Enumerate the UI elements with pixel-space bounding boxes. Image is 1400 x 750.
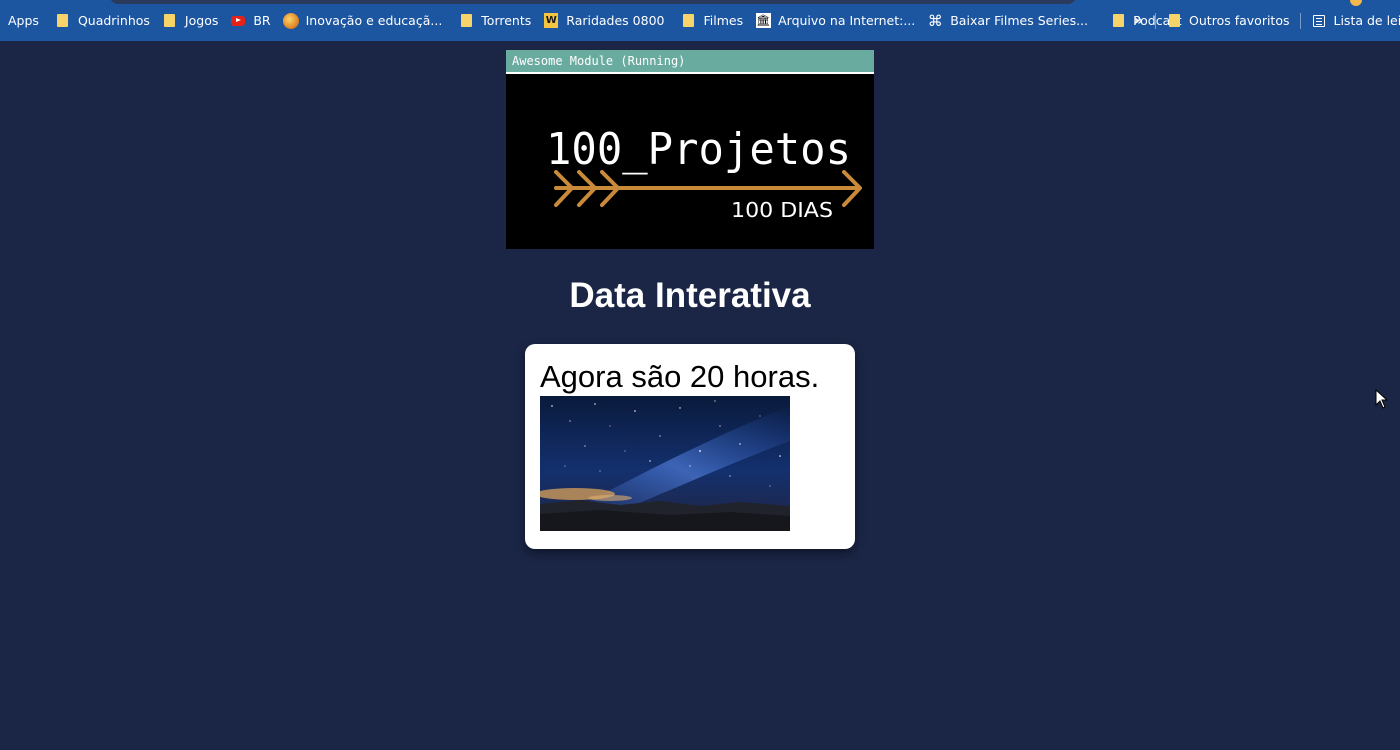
bookmarks-divider bbox=[1155, 12, 1157, 29]
bookmark-label: Outros favoritos bbox=[1189, 13, 1290, 28]
site-favicon-icon: W bbox=[544, 13, 559, 28]
bookmark-label: Inovação e educaçã... bbox=[305, 13, 443, 28]
bookmark-label: BR bbox=[253, 13, 271, 28]
bookmark-filmes[interactable]: Filmes bbox=[674, 7, 749, 35]
archive-icon: 🏛 bbox=[755, 13, 771, 28]
folder-icon bbox=[1110, 13, 1126, 29]
folder-icon bbox=[55, 13, 71, 29]
bookmark-label: Apps bbox=[8, 13, 39, 28]
bookmarks-right-group: » Outros favoritos Lista de leitura bbox=[1126, 0, 1400, 41]
time-message: Agora são 20 horas. bbox=[540, 359, 820, 394]
youtube-icon bbox=[230, 13, 246, 29]
bookmark-apps[interactable]: Apps bbox=[8, 7, 45, 35]
bookmarks-divider bbox=[1299, 12, 1301, 29]
bookmark-quadrinhos[interactable]: Quadrinhos bbox=[49, 7, 156, 35]
bookmark-outros-favoritos[interactable]: Outros favoritos bbox=[1160, 7, 1295, 35]
bookmark-torrents[interactable]: Torrents bbox=[452, 7, 537, 35]
module-window: Awesome Module (Running) 100_Projetos 10… bbox=[506, 50, 874, 249]
mouse-cursor-icon bbox=[1375, 389, 1389, 409]
command-icon: ⌘ bbox=[927, 11, 943, 30]
address-bar-edge[interactable] bbox=[110, 0, 1076, 4]
bookmark-label: Filmes bbox=[703, 13, 744, 28]
folder-icon bbox=[680, 13, 696, 29]
logo-subtext: 100 DIAS bbox=[731, 198, 833, 222]
reading-list-label: Lista de leitura bbox=[1333, 13, 1400, 28]
folder-icon bbox=[458, 13, 474, 29]
page-title: Data Interativa bbox=[569, 276, 811, 315]
site-favicon-icon bbox=[282, 12, 299, 29]
reading-list-icon bbox=[1311, 13, 1327, 29]
bookmark-label: Raridades 0800 bbox=[566, 13, 665, 28]
bookmark-label: Jogos bbox=[184, 13, 219, 28]
bookmark-raridades[interactable]: W Raridades 0800 bbox=[537, 7, 670, 35]
bookmark-label: Baixar Filmes Series... bbox=[950, 13, 1089, 28]
bookmarks-overflow-button[interactable]: » bbox=[1126, 13, 1151, 29]
bookmark-label: Quadrinhos bbox=[77, 13, 150, 28]
night-sky-image bbox=[540, 396, 790, 531]
time-card: Agora são 20 horas. bbox=[525, 344, 855, 549]
reading-list-button[interactable]: Lista de leitura bbox=[1305, 7, 1400, 35]
module-titlebar: Awesome Module (Running) bbox=[506, 50, 874, 74]
bookmark-inovacao[interactable]: Inovação e educaçã... bbox=[277, 7, 449, 35]
bookmark-baixar-filmes[interactable]: ⌘ Baixar Filmes Series... bbox=[921, 7, 1094, 35]
folder-icon bbox=[1166, 13, 1182, 29]
projects-logo: 100_Projetos 100 DIAS bbox=[546, 124, 862, 222]
bookmark-label: Arquivo na Internet:... bbox=[778, 13, 916, 28]
folder-icon bbox=[162, 13, 178, 29]
bookmark-arquivo[interactable]: 🏛 Arquivo na Internet:... bbox=[749, 7, 921, 35]
logo-text: 100_Projetos bbox=[546, 124, 851, 175]
bookmark-label: Torrents bbox=[481, 13, 532, 28]
bookmark-jogos[interactable]: Jogos bbox=[156, 7, 224, 35]
bookmarks-bar: Apps Quadrinhos Jogos BR Inovação e educ… bbox=[0, 0, 1400, 41]
bookmark-br[interactable]: BR bbox=[224, 7, 276, 35]
